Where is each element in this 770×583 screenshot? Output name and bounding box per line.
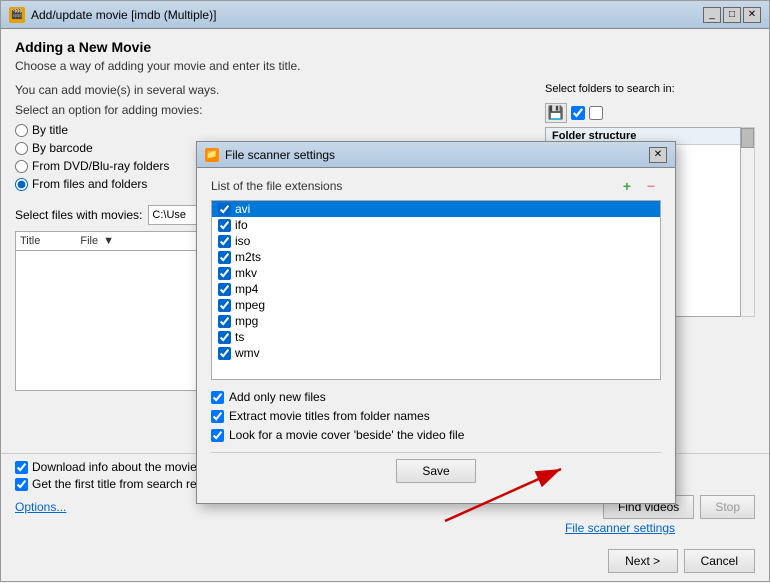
title-bar: 🎬 Add/update movie [imdb (Multiple)] _ □…	[1, 1, 769, 29]
dialog-list-controls: + −	[617, 178, 661, 194]
ext-ts-label: ts	[235, 330, 244, 344]
window-controls: _ □ ✕	[703, 7, 761, 23]
folder-checkbox1[interactable]	[571, 106, 585, 120]
remove-extension-btn[interactable]: −	[641, 178, 661, 194]
ext-mkv[interactable]: mkv	[212, 265, 660, 281]
first-title-checkbox[interactable]	[15, 478, 28, 491]
folder-checkbox2[interactable]	[589, 106, 603, 120]
ext-mpeg-label: mpeg	[235, 298, 265, 312]
action-left: Options...	[15, 500, 66, 514]
ext-mpeg-checkbox[interactable]	[218, 299, 231, 312]
radio-from-files-label: From files and folders	[32, 177, 147, 191]
nav-buttons: Next > Cancel	[1, 543, 769, 581]
ext-ts-checkbox[interactable]	[218, 331, 231, 344]
radio-by-title-input[interactable]	[15, 124, 28, 137]
ext-mkv-checkbox[interactable]	[218, 267, 231, 280]
add-ways-label: You can add movie(s) in several ways.	[15, 83, 535, 97]
dialog-section-header: List of the file extensions + −	[211, 178, 661, 194]
look-for-cover-checkbox[interactable]	[211, 429, 224, 442]
dialog-body: List of the file extensions + − avi ifo	[197, 168, 675, 503]
ext-ifo[interactable]: ifo	[212, 217, 660, 233]
extensions-list[interactable]: avi ifo iso m2ts	[211, 200, 661, 380]
ext-iso-checkbox[interactable]	[218, 235, 231, 248]
look-for-cover-label: Look for a movie cover 'beside' the vide…	[229, 428, 464, 442]
next-button[interactable]: Next >	[608, 549, 678, 573]
radio-from-files-input[interactable]	[15, 178, 28, 191]
add-extension-btn[interactable]: +	[617, 178, 637, 194]
app-icon: 🎬	[9, 7, 25, 23]
folder-save-btn[interactable]: 💾	[545, 103, 567, 123]
dialog-close-btn[interactable]: ✕	[649, 147, 667, 163]
file-scanner-link[interactable]: File scanner settings	[565, 521, 675, 535]
ext-mkv-label: mkv	[235, 266, 257, 280]
option-select-label: Select an option for adding movies:	[15, 103, 535, 117]
radio-from-dvd-input[interactable]	[15, 160, 28, 173]
col-file: File ▼	[80, 235, 114, 247]
main-window: 🎬 Add/update movie [imdb (Multiple)] _ □…	[0, 0, 770, 582]
ext-iso-label: iso	[235, 234, 250, 248]
ext-ifo-checkbox[interactable]	[218, 219, 231, 232]
dialog-footer: Save	[211, 452, 661, 493]
maximize-btn[interactable]: □	[723, 7, 741, 23]
folders-label: Select folders to search in:	[545, 83, 675, 95]
cancel-button[interactable]: Cancel	[684, 549, 755, 573]
ext-m2ts-label: m2ts	[235, 250, 261, 264]
ext-mpg-checkbox[interactable]	[218, 315, 231, 328]
save-button[interactable]: Save	[396, 459, 476, 483]
add-only-new-checkbox[interactable]	[211, 391, 224, 404]
ext-iso[interactable]: iso	[212, 233, 660, 249]
extract-titles-label: Extract movie titles from folder names	[229, 409, 430, 423]
ext-mpg-label: mpg	[235, 314, 258, 328]
ext-wmv-checkbox[interactable]	[218, 347, 231, 360]
first-title-label: Get the first title from search results	[32, 477, 221, 491]
radio-by-title: By title	[15, 123, 535, 137]
page-title: Adding a New Movie	[15, 39, 755, 55]
ext-ifo-label: ifo	[235, 218, 248, 232]
radio-from-dvd-label: From DVD/Blu-ray folders	[32, 159, 169, 173]
ext-wmv-label: wmv	[235, 346, 260, 360]
scrollbar-thumb	[741, 128, 754, 148]
ext-mpg[interactable]: mpg	[212, 313, 660, 329]
extract-titles-checkbox[interactable]	[211, 410, 224, 423]
file-scanner-dialog: 📁 File scanner settings ✕ List of the fi…	[196, 141, 676, 504]
radio-by-barcode-input[interactable]	[15, 142, 28, 155]
files-label: Select files with movies:	[15, 208, 142, 222]
add-only-new-row: Add only new files	[211, 390, 661, 404]
window-title: Add/update movie [imdb (Multiple)]	[31, 8, 703, 22]
ext-mp4[interactable]: mp4	[212, 281, 660, 297]
dialog-title: File scanner settings	[225, 148, 649, 162]
dialog-icon: 📁	[205, 148, 219, 162]
sort-arrow: ▼	[103, 235, 114, 247]
ext-mpeg[interactable]: mpeg	[212, 297, 660, 313]
col-title: Title	[20, 235, 40, 247]
radio-by-title-label: By title	[32, 123, 68, 137]
options-link[interactable]: Options...	[15, 500, 66, 514]
ext-mp4-label: mp4	[235, 282, 258, 296]
scrollbar[interactable]	[741, 127, 755, 317]
ext-wmv[interactable]: wmv	[212, 345, 660, 361]
ext-mp4-checkbox[interactable]	[218, 283, 231, 296]
ext-avi-checkbox[interactable]	[218, 203, 231, 216]
ext-m2ts[interactable]: m2ts	[212, 249, 660, 265]
ext-m2ts-checkbox[interactable]	[218, 251, 231, 264]
minimize-btn[interactable]: _	[703, 7, 721, 23]
dialog-title-bar: 📁 File scanner settings ✕	[197, 142, 675, 168]
radio-by-barcode-label: By barcode	[32, 141, 93, 155]
look-for-cover-row: Look for a movie cover 'beside' the vide…	[211, 428, 661, 442]
dialog-section-title: List of the file extensions	[211, 179, 342, 193]
dialog-checkboxes: Add only new files Extract movie titles …	[211, 390, 661, 442]
stop-button[interactable]: Stop	[700, 495, 755, 519]
download-info-checkbox[interactable]	[15, 461, 28, 474]
ext-avi-label: avi	[235, 202, 250, 216]
ext-ts[interactable]: ts	[212, 329, 660, 345]
page-subtitle: Choose a way of adding your movie and en…	[15, 59, 755, 73]
close-btn[interactable]: ✕	[743, 7, 761, 23]
extract-titles-row: Extract movie titles from folder names	[211, 409, 661, 423]
add-only-new-label: Add only new files	[229, 390, 326, 404]
ext-avi[interactable]: avi	[212, 201, 660, 217]
